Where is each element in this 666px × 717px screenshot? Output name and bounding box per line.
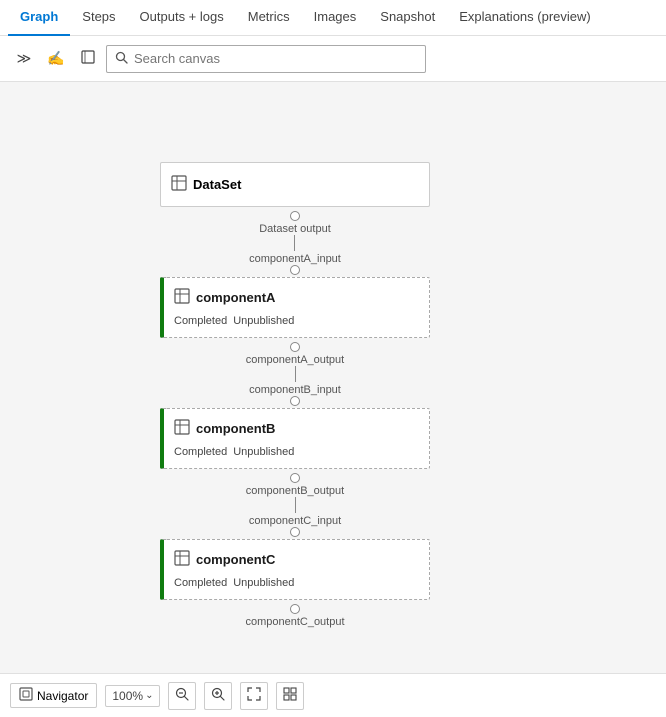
navigator-icon — [19, 687, 33, 704]
component-a-title: componentA — [196, 290, 275, 305]
toolbar: ≫ ✍ — [0, 36, 666, 82]
zoom-value: 100% — [112, 689, 143, 703]
hand-tool-button[interactable]: ✍ — [42, 45, 70, 73]
dataset-icon — [171, 175, 187, 194]
tab-images[interactable]: Images — [302, 0, 369, 36]
tab-steps[interactable]: Steps — [70, 0, 127, 36]
component-a-status1: Completed — [174, 315, 227, 327]
component-b-status2: Unpublished — [233, 446, 294, 458]
hand-icon: ✍ — [47, 50, 64, 67]
search-icon — [115, 51, 128, 67]
connector-dataset-output: Dataset output componentA_input — [249, 207, 341, 277]
component-b-status1: Completed — [174, 446, 227, 458]
tab-snapshot[interactable]: Snapshot — [368, 0, 447, 36]
component-b-title: componentB — [196, 421, 275, 436]
component-c-node[interactable]: componentC Completed Unpublished — [160, 539, 430, 600]
search-input[interactable] — [134, 51, 417, 66]
connector-a-to-b: componentA_output componentB_input — [246, 338, 344, 408]
bottom-bar: Navigator 100% ⌄ — [0, 673, 666, 717]
component-c-title: componentC — [196, 552, 275, 567]
dataset-node[interactable]: DataSet — [160, 162, 430, 207]
tab-outputs-logs[interactable]: Outputs + logs — [128, 0, 236, 36]
fit-to-screen-icon — [247, 687, 261, 704]
zoom-chevron-icon: ⌄ — [145, 690, 153, 701]
component-c-status2: Unpublished — [233, 577, 294, 589]
connector-c-output: componentC_output — [245, 600, 344, 628]
canvas-area: DataSet Dataset output componentA_input … — [0, 82, 666, 673]
zoom-in-icon — [211, 687, 225, 704]
search-box[interactable] — [106, 45, 426, 73]
tab-metrics[interactable]: Metrics — [236, 0, 302, 36]
grid-button[interactable] — [276, 682, 304, 710]
tab-graph[interactable]: Graph — [8, 0, 70, 36]
select-tool-button[interactable] — [74, 45, 102, 73]
grid-icon — [283, 687, 297, 704]
component-a-node[interactable]: componentA Completed Unpublished — [160, 277, 430, 338]
zoom-out-icon — [175, 687, 189, 704]
navigate-forward-icon: ≫ — [17, 50, 32, 67]
tab-bar: Graph Steps Outputs + logs Metrics Image… — [0, 0, 666, 36]
component-c-status1: Completed — [174, 577, 227, 589]
zoom-level-display[interactable]: 100% ⌄ — [105, 685, 160, 707]
tab-explanations[interactable]: Explanations (preview) — [447, 0, 603, 36]
select-icon — [81, 50, 95, 67]
component-b-icon — [174, 419, 190, 438]
fit-to-screen-button[interactable] — [240, 682, 268, 710]
navigate-forward-button[interactable]: ≫ — [10, 45, 38, 73]
zoom-out-button[interactable] — [168, 682, 196, 710]
connector-b-to-c: componentB_output componentC_input — [246, 469, 344, 539]
zoom-in-button[interactable] — [204, 682, 232, 710]
component-c-icon — [174, 550, 190, 569]
component-b-node[interactable]: componentB Completed Unpublished — [160, 408, 430, 469]
component-a-status2: Unpublished — [233, 315, 294, 327]
navigator-label: Navigator — [37, 689, 88, 703]
pipeline-container: DataSet Dataset output componentA_input … — [160, 162, 430, 628]
dataset-title: DataSet — [193, 177, 241, 192]
component-a-icon — [174, 288, 190, 307]
navigator-button[interactable]: Navigator — [10, 683, 97, 708]
